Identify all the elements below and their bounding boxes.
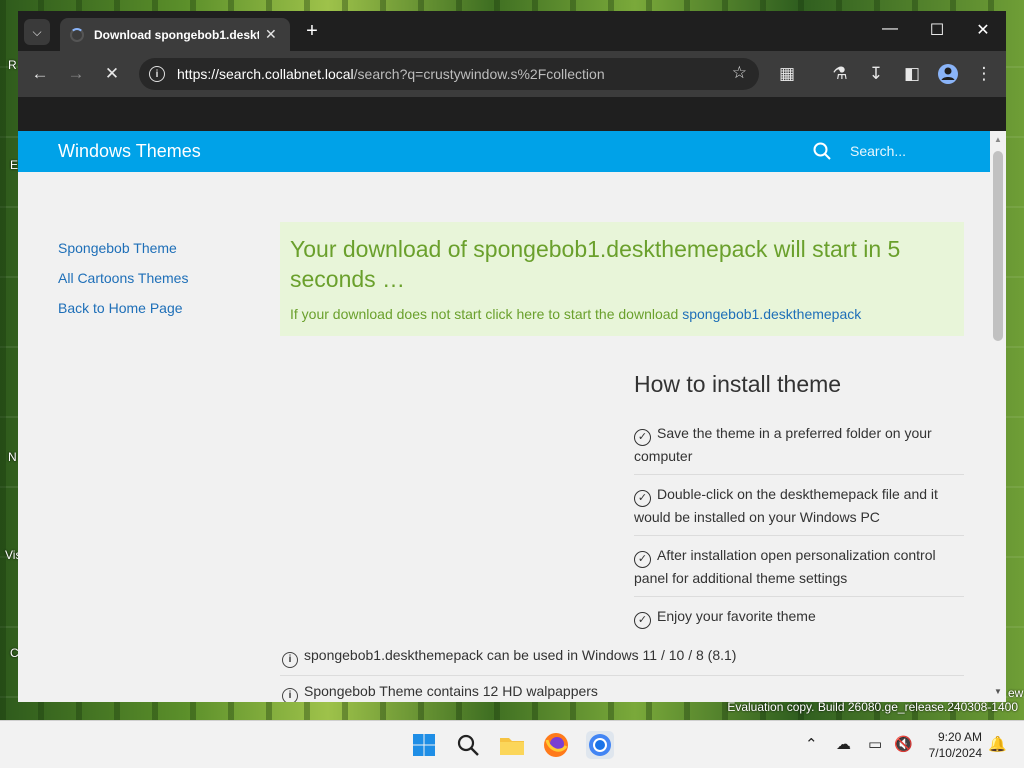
browser-toolbar: ← → ✕ i https://search.collabnet.local/s…	[18, 51, 1006, 97]
profile-avatar-icon[interactable]	[936, 62, 960, 86]
bookmark-star-icon[interactable]: ☆	[732, 63, 747, 83]
check-circle-icon: ✓	[634, 429, 651, 446]
toolbar-spacer	[18, 97, 1006, 131]
stop-loading-icon[interactable]: ✕	[100, 62, 124, 86]
sidebar-link-spongebob[interactable]: Spongebob Theme	[58, 240, 177, 256]
file-explorer-icon[interactable]	[498, 731, 526, 759]
desktop-icon-label[interactable]: ew	[1008, 686, 1023, 700]
back-icon[interactable]: ←	[28, 62, 52, 86]
download-link[interactable]: spongebob1.deskthemepack	[682, 306, 861, 322]
download-icon[interactable]: ↧	[864, 62, 888, 86]
scroll-down-icon[interactable]: ▼	[994, 687, 1002, 696]
check-circle-icon: ✓	[634, 551, 651, 568]
side-panel-icon[interactable]: ◧	[900, 62, 924, 86]
tab-strip: ⌵ Download spongebob1.deskthemepack ✕ + …	[18, 11, 1006, 51]
install-step: ✓ Double-click on the deskthemepack file …	[634, 475, 964, 536]
taskbar-clock[interactable]: 9:20 AM 7/10/2024	[920, 729, 982, 761]
check-circle-icon: ✓	[634, 490, 651, 507]
minimize-icon[interactable]: —	[880, 20, 900, 38]
info-row-compatibility: i spongebob1.deskthemepack can be used in…	[280, 640, 964, 676]
notification-bell-icon[interactable]: 🔔	[988, 735, 1007, 753]
maximize-icon[interactable]: ☐	[927, 20, 947, 40]
tab-title: Download spongebob1.deskthemepack	[94, 27, 259, 42]
chevron-down-icon: ⌵	[32, 24, 42, 39]
extensions-icon[interactable]: ▦	[775, 62, 799, 86]
volume-icon[interactable]: 🔇	[894, 735, 913, 753]
info-row-wallpapers: i Spongebob Theme contains 12 HD walpappe…	[280, 676, 964, 702]
install-instructions: How to install theme ✓ Save the theme in …	[634, 371, 964, 637]
install-step: ✓ Save the theme in a preferred folder on…	[634, 414, 964, 475]
scroll-thumb[interactable]	[993, 151, 1003, 341]
new-tab-icon[interactable]: +	[301, 20, 323, 43]
scroll-up-icon[interactable]: ▲	[994, 135, 1002, 144]
cloud-sync-icon[interactable]: ☁	[836, 735, 851, 753]
info-circle-icon: i	[282, 652, 298, 668]
address-bar[interactable]: i https://search.collabnet.local/search?…	[139, 58, 759, 90]
install-title: How to install theme	[634, 371, 842, 397]
browser-window: ⌵ Download spongebob1.deskthemepack ✕ + …	[18, 11, 1006, 702]
search-icon[interactable]	[454, 731, 482, 759]
download-alert-title: Your download of spongebob1.deskthemepac…	[290, 236, 901, 292]
windows-start-icon[interactable]	[410, 731, 438, 759]
search-icon[interactable]	[813, 142, 831, 160]
site-search-input[interactable]: Search...	[850, 143, 906, 159]
check-circle-icon: ✓	[634, 612, 651, 629]
sidebar-link-cartoons[interactable]: All Cartoons Themes	[58, 270, 188, 286]
chevron-up-icon[interactable]: ⌃	[805, 735, 818, 753]
labs-flask-icon[interactable]: ⚗	[828, 62, 852, 86]
site-brand[interactable]: Windows Themes	[58, 141, 201, 162]
close-tab-icon[interactable]: ✕	[265, 26, 277, 43]
download-alert: Your download of spongebob1.deskthemepac…	[280, 222, 964, 336]
web-page: Windows Themes Search... Spongebob Theme…	[18, 131, 990, 702]
desktop-icon-label[interactable]: R	[8, 58, 17, 72]
forward-icon[interactable]: →	[64, 62, 88, 86]
install-step: ✓ Enjoy your favorite theme	[634, 597, 964, 637]
install-step: ✓ After installation open personalization…	[634, 536, 964, 597]
taskbar: ⌃ ☁ ▭ 🔇 9:20 AM 7/10/2024 🔔	[0, 720, 1024, 768]
desktop-icon-label[interactable]: N	[8, 450, 17, 464]
info-circle-icon: i	[282, 688, 298, 702]
desktop-icon-label[interactable]: E	[10, 158, 18, 172]
close-window-icon[interactable]: ✕	[973, 20, 993, 40]
chrome-icon[interactable]	[586, 731, 614, 759]
active-tab[interactable]: Download spongebob1.deskthemepack ✕	[60, 18, 290, 51]
url-text[interactable]: https://search.collabnet.local/search?q=…	[177, 66, 605, 82]
site-info-icon[interactable]: i	[149, 66, 165, 82]
tab-search-button[interactable]: ⌵	[24, 19, 50, 45]
site-navbar: Windows Themes Search...	[18, 131, 990, 172]
evaluation-watermark: Evaluation copy. Build 26080.ge_release.…	[727, 700, 1018, 714]
loading-spinner-icon	[70, 27, 84, 42]
menu-kebab-icon[interactable]: ⋮	[972, 62, 996, 86]
network-icon[interactable]: ▭	[868, 735, 882, 753]
sidebar-link-home[interactable]: Back to Home Page	[58, 300, 183, 316]
download-alert-text: If your download does not start click he…	[290, 306, 862, 322]
page-scrollbar[interactable]: ▲ ▼	[990, 131, 1006, 702]
firefox-icon[interactable]	[542, 731, 570, 759]
